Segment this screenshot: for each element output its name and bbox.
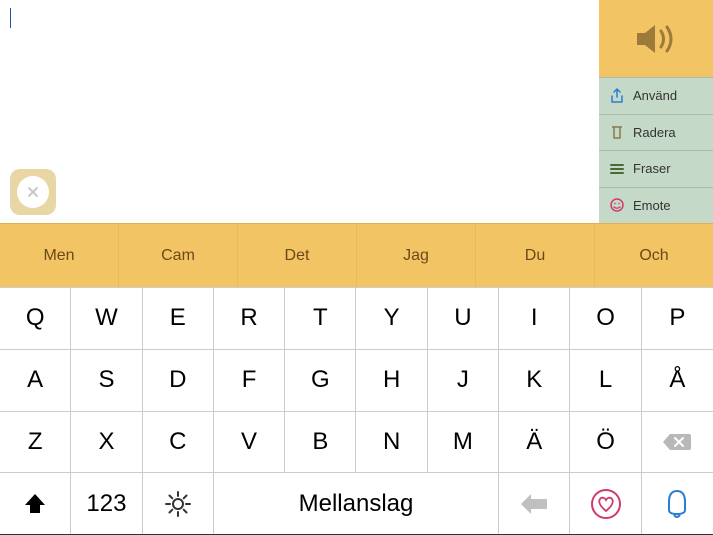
key-z[interactable]: Z: [0, 412, 71, 473]
key-a[interactable]: A: [0, 350, 71, 411]
backspace-icon: [662, 431, 692, 453]
key-settings[interactable]: [143, 473, 214, 534]
right-action-panel: Använd Radera Fraser Emote: [599, 0, 713, 223]
key-numbers[interactable]: 123: [71, 473, 142, 534]
key-back[interactable]: [499, 473, 570, 534]
key-g[interactable]: G: [285, 350, 356, 411]
speaker-icon: [633, 21, 679, 57]
key-t[interactable]: T: [285, 288, 356, 349]
action-phrases[interactable]: Fraser: [599, 150, 713, 187]
speak-button[interactable]: [599, 0, 713, 77]
smile-icon: [609, 197, 625, 213]
suggestion-item[interactable]: Jag: [357, 224, 476, 287]
key-w[interactable]: W: [71, 288, 142, 349]
key-m[interactable]: M: [428, 412, 499, 473]
key-y[interactable]: Y: [356, 288, 427, 349]
key-oe[interactable]: Ö: [570, 412, 641, 473]
action-label: Emote: [633, 198, 671, 213]
key-h[interactable]: H: [356, 350, 427, 411]
suggestion-item[interactable]: Men: [0, 224, 119, 287]
trash-icon: [609, 124, 625, 140]
key-i[interactable]: I: [499, 288, 570, 349]
gear-icon: [163, 489, 193, 519]
key-o[interactable]: O: [570, 288, 641, 349]
key-k[interactable]: K: [499, 350, 570, 411]
heart-icon: [590, 488, 622, 520]
key-l[interactable]: L: [570, 350, 641, 411]
action-label: Radera: [633, 125, 676, 140]
suggestion-item[interactable]: Du: [476, 224, 595, 287]
key-space[interactable]: Mellanslag: [214, 473, 499, 534]
arrow-left-icon: [519, 493, 549, 515]
key-f[interactable]: F: [214, 350, 285, 411]
key-shift[interactable]: [0, 473, 71, 534]
text-cursor: [10, 8, 11, 28]
key-ae[interactable]: Ä: [499, 412, 570, 473]
action-emote[interactable]: Emote: [599, 187, 713, 224]
text-input-area[interactable]: [0, 0, 599, 223]
key-c[interactable]: C: [143, 412, 214, 473]
action-label: Använd: [633, 88, 677, 103]
bell-icon: [663, 488, 691, 520]
key-favorite[interactable]: [570, 473, 641, 534]
key-v[interactable]: V: [214, 412, 285, 473]
key-q[interactable]: Q: [0, 288, 71, 349]
key-aa[interactable]: Å: [642, 350, 713, 411]
suggestion-bar: Men Cam Det Jag Du Och: [0, 223, 713, 287]
clear-text-button[interactable]: [10, 169, 56, 215]
action-use[interactable]: Använd: [599, 77, 713, 114]
shift-icon: [22, 491, 48, 517]
action-label: Fraser: [633, 161, 671, 176]
key-j[interactable]: J: [428, 350, 499, 411]
key-u[interactable]: U: [428, 288, 499, 349]
menu-icon: [609, 161, 625, 177]
key-r[interactable]: R: [214, 288, 285, 349]
key-d[interactable]: D: [143, 350, 214, 411]
key-e[interactable]: E: [143, 288, 214, 349]
action-delete[interactable]: Radera: [599, 114, 713, 151]
keyboard: Q W E R T Y U I O P A S D F G H J K L Å …: [0, 287, 713, 535]
key-s[interactable]: S: [71, 350, 142, 411]
key-b[interactable]: B: [285, 412, 356, 473]
suggestion-item[interactable]: Cam: [119, 224, 238, 287]
share-icon: [609, 88, 625, 104]
key-backspace[interactable]: [642, 412, 713, 473]
key-p[interactable]: P: [642, 288, 713, 349]
suggestion-item[interactable]: Det: [238, 224, 357, 287]
key-n[interactable]: N: [356, 412, 427, 473]
key-x[interactable]: X: [71, 412, 142, 473]
close-icon: [17, 176, 49, 208]
suggestion-item[interactable]: Och: [595, 224, 713, 287]
key-notification[interactable]: [642, 473, 713, 534]
